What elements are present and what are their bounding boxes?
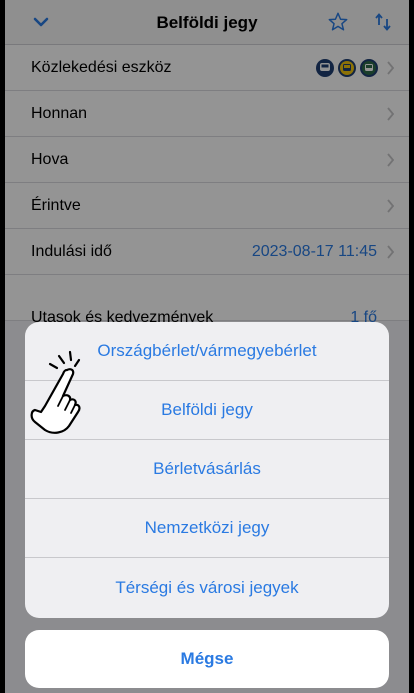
tap-hand-icon [30, 350, 81, 434]
cancel-button[interactable]: Mégse [25, 630, 389, 688]
action-regional-city-tickets[interactable]: Térségi és városi jegyek [25, 558, 389, 617]
action-pass-purchase[interactable]: Bérletvásárlás [25, 440, 389, 499]
screen: Belföldi jegy Közlekedési eszköz Honnan … [5, 0, 409, 693]
action-international-ticket[interactable]: Nemzetközi jegy [25, 499, 389, 558]
